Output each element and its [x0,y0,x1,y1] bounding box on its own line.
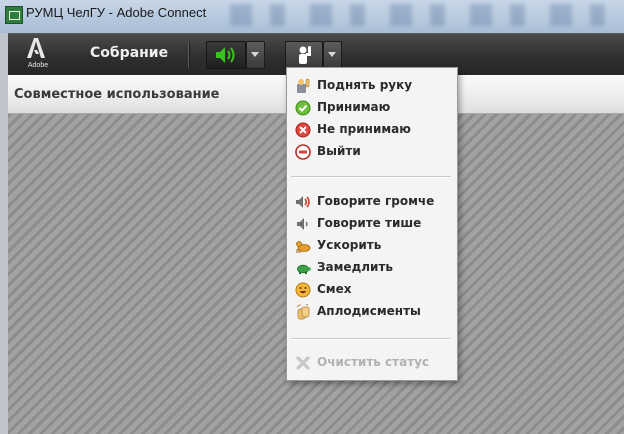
menu-item-speak-louder[interactable]: Говорите громче [293,192,451,212]
menu-item-label: Замедлить [317,260,394,274]
menu-item-slow-down[interactable]: Замедлить [293,258,451,278]
meeting-menu[interactable]: Собрание [90,45,168,61]
adobe-logo-text: Adobe [27,62,49,69]
menu-item-label: Говорите тише [317,216,422,230]
menu-item-label: Не принимаю [317,122,411,136]
menu-item-speed-up[interactable]: Ускорить [293,236,451,256]
my-status-button[interactable] [285,41,323,69]
speak-softer-icon [295,216,311,232]
menu-item-label: Очистить статус [317,355,430,369]
menu-item-agree[interactable]: Принимаю [293,98,451,118]
speaker-icon [215,45,237,65]
menu-item-step-away[interactable]: Выйти [293,142,451,162]
menu-item-clear-status[interactable]: Очистить статус [293,353,451,373]
menu-item-laughter[interactable]: Смех [293,280,451,300]
menu-item-applause[interactable]: Аплодисменты [293,302,451,322]
menu-item-raise-hand[interactable]: Поднять руку [293,76,451,96]
menu-item-label: Говорите громче [317,194,435,208]
menu-item-label: Ускорить [317,238,382,252]
toolbar-divider [188,42,190,68]
laughter-icon [295,282,311,298]
window-title: РУМЦ ЧелГУ - Adobe Connect [26,5,207,20]
step-away-icon [295,144,311,160]
menu-divider [291,176,451,178]
speaker-dropdown-button[interactable] [246,41,265,69]
adobe-logo-icon [25,37,47,59]
applause-icon [295,303,311,320]
clear-status-icon [295,355,311,371]
menu-item-label: Смех [317,282,352,296]
menu-item-label: Поднять руку [317,78,413,92]
menu-item-label: Выйти [317,144,361,158]
agree-icon [295,100,311,116]
speaker-toggle-button[interactable] [206,41,246,69]
menu-item-disagree[interactable]: Не принимаю [293,120,451,140]
speed-up-icon [295,238,311,254]
disagree-icon [295,122,311,138]
menu-item-label: Принимаю [317,100,391,114]
status-menu: Поднять руку Принимаю Не принимаю Выйти [286,67,458,381]
raise-hand-icon [295,78,311,94]
speak-louder-icon [295,194,311,210]
slow-down-icon [295,260,311,276]
window-title-bar: РУМЦ ЧелГУ - Adobe Connect [0,0,624,33]
title-bar-background [230,4,610,26]
my-status-dropdown-button[interactable] [323,41,342,69]
menu-divider [291,338,451,340]
menu-item-speak-softer[interactable]: Говорите тише [293,214,451,234]
app-window-icon [5,6,23,24]
raise-hand-status-icon [296,45,314,65]
adobe-logo: Adobe [21,37,55,73]
share-pod-title: Совместное использование [14,87,220,102]
menu-item-label: Аплодисменты [317,304,421,318]
